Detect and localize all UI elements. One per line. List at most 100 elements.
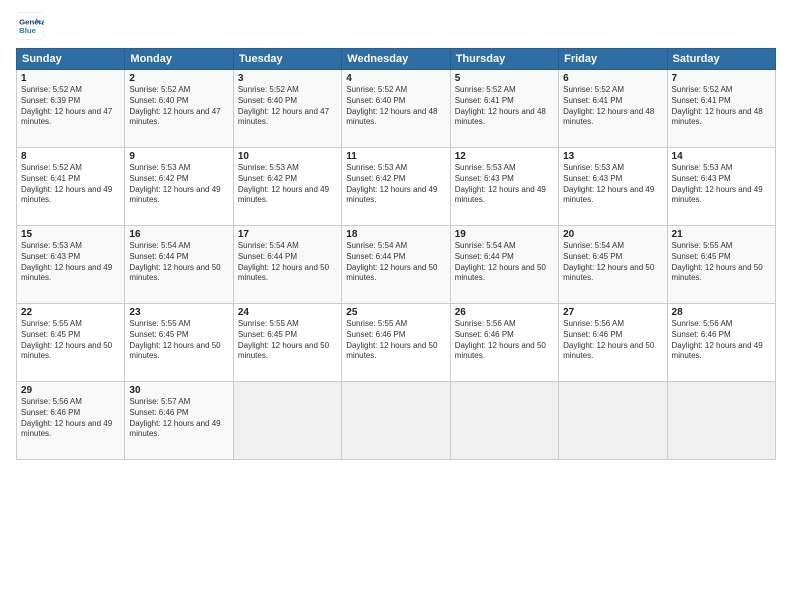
calendar-cell: 16 Sunrise: 5:54 AM Sunset: 6:44 PM Dayl… xyxy=(125,226,233,304)
day-info: Sunrise: 5:55 AM Sunset: 6:45 PM Dayligh… xyxy=(672,241,771,284)
day-number: 8 xyxy=(21,151,120,162)
logo-icon: General Blue xyxy=(16,12,44,40)
dow-header: Sunday xyxy=(17,49,125,70)
day-info: Sunrise: 5:54 AM Sunset: 6:44 PM Dayligh… xyxy=(346,241,445,284)
day-info: Sunrise: 5:52 AM Sunset: 6:39 PM Dayligh… xyxy=(21,85,120,128)
day-number: 5 xyxy=(455,73,554,84)
day-info: Sunrise: 5:56 AM Sunset: 6:46 PM Dayligh… xyxy=(455,319,554,362)
day-number: 11 xyxy=(346,151,445,162)
calendar-cell: 4 Sunrise: 5:52 AM Sunset: 6:40 PM Dayli… xyxy=(342,70,450,148)
day-info: Sunrise: 5:56 AM Sunset: 6:46 PM Dayligh… xyxy=(672,319,771,362)
day-info: Sunrise: 5:52 AM Sunset: 6:41 PM Dayligh… xyxy=(672,85,771,128)
calendar-cell: 12 Sunrise: 5:53 AM Sunset: 6:43 PM Dayl… xyxy=(450,148,558,226)
dow-header: Friday xyxy=(559,49,667,70)
calendar-body: 1 Sunrise: 5:52 AM Sunset: 6:39 PM Dayli… xyxy=(17,70,776,460)
calendar-cell: 19 Sunrise: 5:54 AM Sunset: 6:44 PM Dayl… xyxy=(450,226,558,304)
day-info: Sunrise: 5:57 AM Sunset: 6:46 PM Dayligh… xyxy=(129,397,228,440)
day-number: 2 xyxy=(129,73,228,84)
calendar-cell: 28 Sunrise: 5:56 AM Sunset: 6:46 PM Dayl… xyxy=(667,304,775,382)
calendar-cell: 8 Sunrise: 5:52 AM Sunset: 6:41 PM Dayli… xyxy=(17,148,125,226)
calendar-cell: 23 Sunrise: 5:55 AM Sunset: 6:45 PM Dayl… xyxy=(125,304,233,382)
calendar-week-row: 29 Sunrise: 5:56 AM Sunset: 6:46 PM Dayl… xyxy=(17,382,776,460)
day-number: 9 xyxy=(129,151,228,162)
calendar-cell: 11 Sunrise: 5:53 AM Sunset: 6:42 PM Dayl… xyxy=(342,148,450,226)
day-info: Sunrise: 5:54 AM Sunset: 6:44 PM Dayligh… xyxy=(238,241,337,284)
day-info: Sunrise: 5:52 AM Sunset: 6:41 PM Dayligh… xyxy=(563,85,662,128)
day-number: 17 xyxy=(238,229,337,240)
calendar-cell: 21 Sunrise: 5:55 AM Sunset: 6:45 PM Dayl… xyxy=(667,226,775,304)
day-number: 26 xyxy=(455,307,554,318)
svg-text:General: General xyxy=(19,17,44,26)
calendar-week-row: 8 Sunrise: 5:52 AM Sunset: 6:41 PM Dayli… xyxy=(17,148,776,226)
day-number: 29 xyxy=(21,385,120,396)
logo: General Blue xyxy=(16,12,44,40)
calendar-cell: 14 Sunrise: 5:53 AM Sunset: 6:43 PM Dayl… xyxy=(667,148,775,226)
calendar-cell: 7 Sunrise: 5:52 AM Sunset: 6:41 PM Dayli… xyxy=(667,70,775,148)
day-info: Sunrise: 5:54 AM Sunset: 6:44 PM Dayligh… xyxy=(455,241,554,284)
dow-header: Saturday xyxy=(667,49,775,70)
day-info: Sunrise: 5:53 AM Sunset: 6:43 PM Dayligh… xyxy=(563,163,662,206)
day-number: 4 xyxy=(346,73,445,84)
day-info: Sunrise: 5:55 AM Sunset: 6:45 PM Dayligh… xyxy=(238,319,337,362)
calendar-cell xyxy=(667,382,775,460)
calendar-cell: 5 Sunrise: 5:52 AM Sunset: 6:41 PM Dayli… xyxy=(450,70,558,148)
day-info: Sunrise: 5:53 AM Sunset: 6:43 PM Dayligh… xyxy=(455,163,554,206)
day-number: 18 xyxy=(346,229,445,240)
day-info: Sunrise: 5:52 AM Sunset: 6:41 PM Dayligh… xyxy=(21,163,120,206)
dow-header: Thursday xyxy=(450,49,558,70)
day-info: Sunrise: 5:52 AM Sunset: 6:40 PM Dayligh… xyxy=(238,85,337,128)
dow-header: Monday xyxy=(125,49,233,70)
calendar-cell xyxy=(342,382,450,460)
calendar-cell: 2 Sunrise: 5:52 AM Sunset: 6:40 PM Dayli… xyxy=(125,70,233,148)
calendar-cell: 9 Sunrise: 5:53 AM Sunset: 6:42 PM Dayli… xyxy=(125,148,233,226)
calendar-cell: 1 Sunrise: 5:52 AM Sunset: 6:39 PM Dayli… xyxy=(17,70,125,148)
calendar-cell: 30 Sunrise: 5:57 AM Sunset: 6:46 PM Dayl… xyxy=(125,382,233,460)
calendar-cell: 3 Sunrise: 5:52 AM Sunset: 6:40 PM Dayli… xyxy=(233,70,341,148)
day-number: 27 xyxy=(563,307,662,318)
day-info: Sunrise: 5:53 AM Sunset: 6:43 PM Dayligh… xyxy=(672,163,771,206)
calendar-cell: 26 Sunrise: 5:56 AM Sunset: 6:46 PM Dayl… xyxy=(450,304,558,382)
calendar-cell: 22 Sunrise: 5:55 AM Sunset: 6:45 PM Dayl… xyxy=(17,304,125,382)
calendar-cell: 17 Sunrise: 5:54 AM Sunset: 6:44 PM Dayl… xyxy=(233,226,341,304)
day-number: 21 xyxy=(672,229,771,240)
day-info: Sunrise: 5:55 AM Sunset: 6:46 PM Dayligh… xyxy=(346,319,445,362)
day-number: 19 xyxy=(455,229,554,240)
day-info: Sunrise: 5:54 AM Sunset: 6:45 PM Dayligh… xyxy=(563,241,662,284)
day-number: 24 xyxy=(238,307,337,318)
day-number: 30 xyxy=(129,385,228,396)
calendar-cell xyxy=(233,382,341,460)
calendar-cell xyxy=(450,382,558,460)
day-info: Sunrise: 5:55 AM Sunset: 6:45 PM Dayligh… xyxy=(129,319,228,362)
day-number: 23 xyxy=(129,307,228,318)
day-info: Sunrise: 5:52 AM Sunset: 6:40 PM Dayligh… xyxy=(129,85,228,128)
day-info: Sunrise: 5:54 AM Sunset: 6:44 PM Dayligh… xyxy=(129,241,228,284)
calendar-cell: 10 Sunrise: 5:53 AM Sunset: 6:42 PM Dayl… xyxy=(233,148,341,226)
day-number: 1 xyxy=(21,73,120,84)
day-number: 20 xyxy=(563,229,662,240)
day-number: 6 xyxy=(563,73,662,84)
calendar-cell: 27 Sunrise: 5:56 AM Sunset: 6:46 PM Dayl… xyxy=(559,304,667,382)
day-info: Sunrise: 5:52 AM Sunset: 6:40 PM Dayligh… xyxy=(346,85,445,128)
day-number: 13 xyxy=(563,151,662,162)
calendar-week-row: 15 Sunrise: 5:53 AM Sunset: 6:43 PM Dayl… xyxy=(17,226,776,304)
calendar-cell: 6 Sunrise: 5:52 AM Sunset: 6:41 PM Dayli… xyxy=(559,70,667,148)
calendar-cell: 29 Sunrise: 5:56 AM Sunset: 6:46 PM Dayl… xyxy=(17,382,125,460)
day-info: Sunrise: 5:52 AM Sunset: 6:41 PM Dayligh… xyxy=(455,85,554,128)
day-of-week-row: SundayMondayTuesdayWednesdayThursdayFrid… xyxy=(17,49,776,70)
day-info: Sunrise: 5:56 AM Sunset: 6:46 PM Dayligh… xyxy=(21,397,120,440)
calendar-cell: 20 Sunrise: 5:54 AM Sunset: 6:45 PM Dayl… xyxy=(559,226,667,304)
day-info: Sunrise: 5:55 AM Sunset: 6:45 PM Dayligh… xyxy=(21,319,120,362)
calendar-cell xyxy=(559,382,667,460)
day-number: 10 xyxy=(238,151,337,162)
day-number: 25 xyxy=(346,307,445,318)
calendar-week-row: 22 Sunrise: 5:55 AM Sunset: 6:45 PM Dayl… xyxy=(17,304,776,382)
day-info: Sunrise: 5:53 AM Sunset: 6:42 PM Dayligh… xyxy=(238,163,337,206)
dow-header: Wednesday xyxy=(342,49,450,70)
day-number: 22 xyxy=(21,307,120,318)
day-info: Sunrise: 5:53 AM Sunset: 6:43 PM Dayligh… xyxy=(21,241,120,284)
calendar-cell: 24 Sunrise: 5:55 AM Sunset: 6:45 PM Dayl… xyxy=(233,304,341,382)
calendar-cell: 15 Sunrise: 5:53 AM Sunset: 6:43 PM Dayl… xyxy=(17,226,125,304)
day-info: Sunrise: 5:53 AM Sunset: 6:42 PM Dayligh… xyxy=(129,163,228,206)
page: General Blue SundayMondayTuesdayWednesda… xyxy=(0,0,792,612)
calendar-cell: 18 Sunrise: 5:54 AM Sunset: 6:44 PM Dayl… xyxy=(342,226,450,304)
